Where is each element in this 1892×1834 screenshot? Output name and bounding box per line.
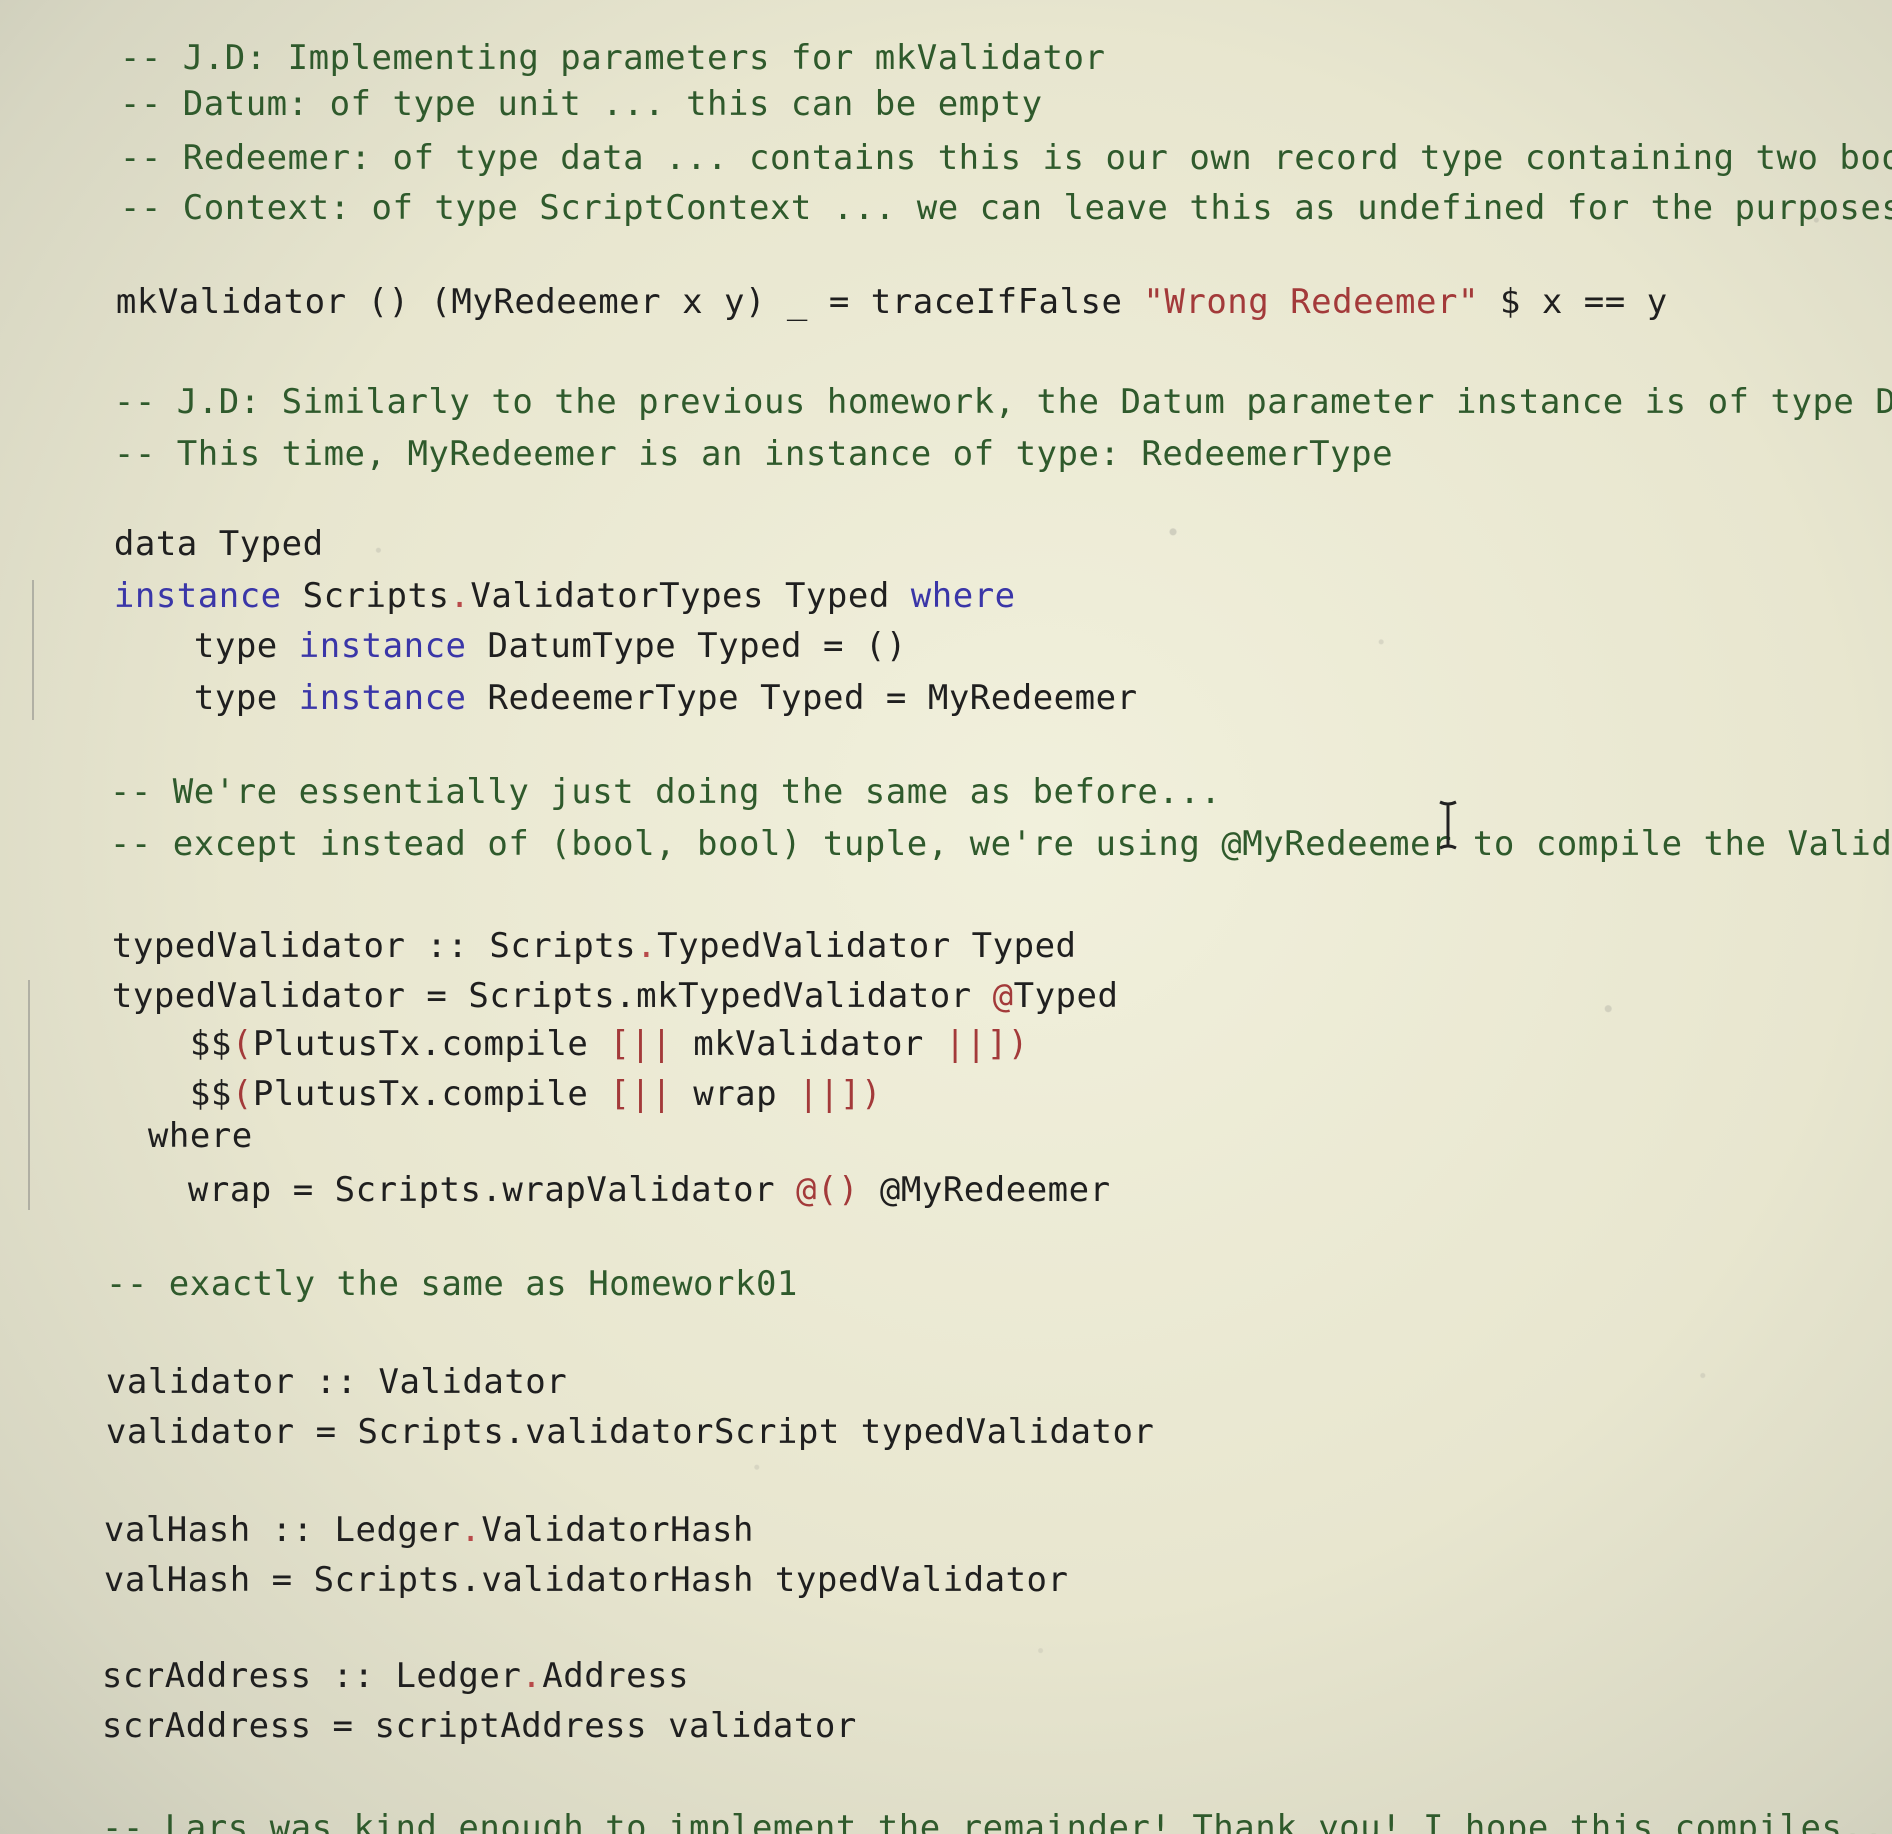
code-text: RedeemerType Typed = MyRedeemer <box>466 678 1138 718</box>
quote-bracket-open: [|| <box>609 1074 673 1114</box>
code-text: @MyRedeemer <box>858 1170 1111 1210</box>
string-literal: "Wrong Redeemer" <box>1143 282 1479 322</box>
comment-text: -- Lars was kind enough to implement the… <box>101 1808 1892 1834</box>
code-text: Typed <box>1013 976 1119 1016</box>
code-text: PlutusTx.compile <box>252 1074 610 1114</box>
code-text: type <box>193 678 299 718</box>
code-text: $ x == y <box>1478 282 1668 322</box>
code-text: valHash = Scripts.validatorHash typedVal… <box>103 1560 1069 1600</box>
comment-text: -- exactly the same as Homework01 <box>105 1264 798 1304</box>
code-editor[interactable]: -- J.D: Implementing parameters for mkVa… <box>0 0 1892 1834</box>
comment-text: -- Context: of type ScriptContext ... we… <box>119 188 1892 228</box>
code-text: mkValidator () (MyRedeemer x y) _ = trac… <box>115 282 1144 322</box>
indent-guide <box>32 580 34 720</box>
quote-bracket-close: ||]) <box>798 1074 882 1114</box>
code-text: wrap <box>672 1074 799 1114</box>
keyword: instance <box>298 678 467 718</box>
keyword: where <box>910 576 1016 616</box>
indent-guide <box>28 980 30 1210</box>
code-text: scrAddress = scriptAddress validator <box>101 1706 857 1746</box>
quote-bracket-close: ||]) <box>944 1024 1029 1064</box>
code-text: validator = Scripts.validatorScript type… <box>105 1412 1155 1452</box>
code-text: wrap = Scripts.wrapValidator <box>187 1170 797 1210</box>
comment-text: -- This time, MyRedeemer is an instance … <box>113 434 1394 474</box>
text-cursor-icon <box>1439 800 1457 850</box>
comment-text: -- except instead of (bool, bool) tuple,… <box>109 824 1892 864</box>
code-line-comment: -- Lars was kind enough to implement the… <box>18 1762 1892 1834</box>
type-application: @() <box>796 1170 859 1210</box>
